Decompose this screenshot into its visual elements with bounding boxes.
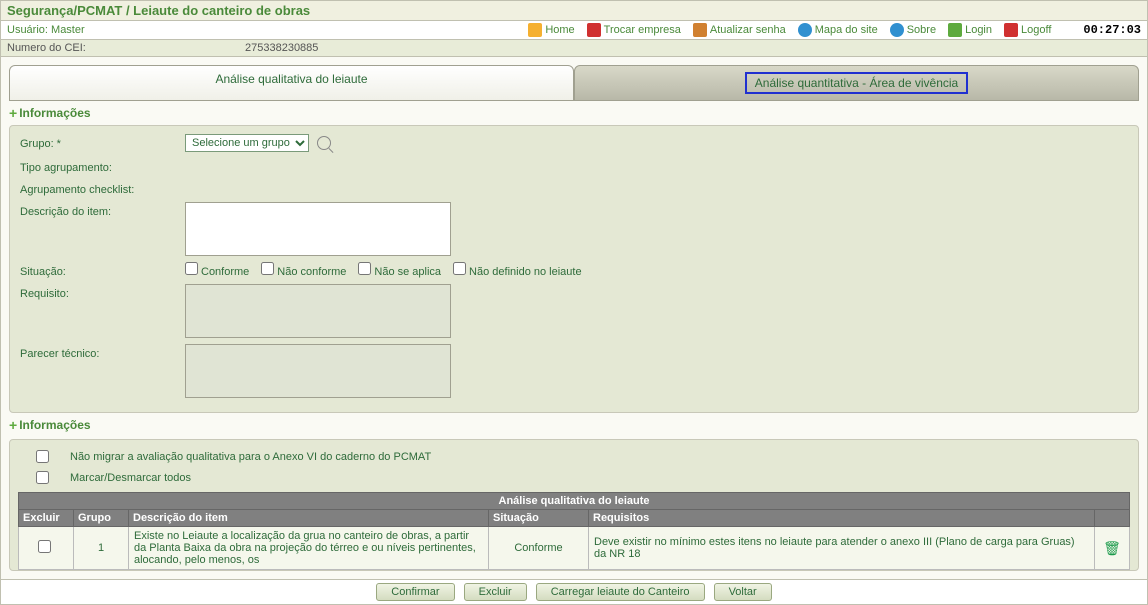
chk-nao-conforme[interactable]: Não conforme (261, 262, 346, 278)
row-grupo: 1 (74, 527, 129, 570)
row-requisitos: Deve existir no mínimo estes itens no le… (589, 527, 1095, 570)
row-descricao: Existe no Leiaute a localização da grua … (129, 527, 489, 570)
clock: 00:27:03 (1083, 23, 1141, 37)
login-icon (948, 23, 962, 37)
col-requisitos: Requisitos (589, 510, 1095, 527)
col-grupo: Grupo (74, 510, 129, 527)
label-agrupamento-checklist: Agrupamento checklist: (20, 180, 185, 196)
label-tipo-agrupamento: Tipo agrupamento: (20, 158, 185, 174)
chk-conforme[interactable]: Conforme (185, 262, 249, 278)
table-row: 1 Existe no Leiaute a localização da gru… (19, 527, 1130, 570)
plus-icon[interactable]: + (9, 105, 17, 121)
label-descricao-item: Descrição do item: (20, 202, 185, 218)
label-situacao: Situação: (20, 262, 185, 278)
cei-label: Numero do CEI: (7, 42, 115, 54)
qualitativa-table: Análise qualitativa do leiaute Excluir G… (18, 492, 1130, 570)
form-panel: Grupo: * Selecione um grupo Tipo agrupam… (9, 125, 1139, 413)
top-bar: Usuário: Master Home Trocar empresa Atua… (0, 20, 1148, 40)
label-marcar-todos: Marcar/Desmarcar todos (70, 472, 191, 484)
section-informacoes-1: + Informações (9, 105, 1139, 121)
label-grupo: Grupo: * (20, 134, 185, 150)
tab-quantitativa-label: Análise quantitativa - Área de vivência (745, 72, 968, 94)
select-grupo[interactable]: Selecione um grupo (185, 134, 309, 152)
col-excluir: Excluir (19, 510, 74, 527)
cei-value: 275338230885 (245, 42, 318, 54)
col-descricao: Descrição do item (129, 510, 489, 527)
tab-qualitativa[interactable]: Análise qualitativa do leiaute (9, 65, 574, 101)
textarea-descricao[interactable] (185, 202, 451, 256)
btn-excluir[interactable]: Excluir (464, 583, 527, 601)
col-action (1095, 510, 1130, 527)
btn-confirmar[interactable]: Confirmar (376, 583, 454, 601)
chk-nao-definido[interactable]: Não definido no leiaute (453, 262, 582, 278)
textarea-requisito[interactable] (185, 284, 451, 338)
tab-quantitativa[interactable]: Análise quantitativa - Área de vivência (574, 65, 1139, 101)
nav-mapa[interactable]: Mapa do site (798, 23, 878, 37)
breadcrumb: Segurança/PCMAT / Leiaute do canteiro de… (0, 0, 1148, 20)
nav-sobre[interactable]: Sobre (890, 23, 936, 37)
key-icon (693, 23, 707, 37)
home-icon (528, 23, 542, 37)
list-panel: Não migrar a avaliação qualitativa para … (9, 439, 1139, 571)
textarea-parecer[interactable] (185, 344, 451, 398)
col-situacao: Situação (489, 510, 589, 527)
btn-voltar[interactable]: Voltar (714, 583, 772, 601)
user-label: Usuário: Master (7, 24, 85, 36)
plus-icon[interactable]: + (9, 417, 17, 433)
globe-icon (798, 23, 812, 37)
search-icon[interactable] (317, 136, 331, 150)
logoff-icon (1004, 23, 1018, 37)
trash-icon[interactable]: 🗑 (1103, 540, 1121, 556)
help-icon (890, 23, 904, 37)
chk-marcar-todos[interactable] (36, 471, 49, 484)
top-nav: Home Trocar empresa Atualizar senha Mapa… (528, 23, 1141, 37)
footer-buttons: Confirmar Excluir Carregar leiaute do Ca… (0, 580, 1148, 605)
swap-icon (587, 23, 601, 37)
cei-row: Numero do CEI: 275338230885 (0, 40, 1148, 57)
nav-logoff[interactable]: Logoff (1004, 23, 1051, 37)
label-parecer: Parecer técnico: (20, 344, 185, 360)
row-situacao: Conforme (489, 527, 589, 570)
label-nao-migrar: Não migrar a avaliação qualitativa para … (70, 451, 431, 463)
row-excluir-checkbox[interactable] (38, 540, 51, 553)
chk-nao-migrar[interactable] (36, 450, 49, 463)
section-informacoes-2: + Informações (9, 417, 1139, 433)
chk-nao-aplica[interactable]: Não se aplica (358, 262, 441, 278)
btn-carregar[interactable]: Carregar leiaute do Canteiro (536, 583, 705, 601)
tab-row: Análise qualitativa do leiaute Análise q… (9, 65, 1139, 101)
nav-trocar-empresa[interactable]: Trocar empresa (587, 23, 681, 37)
nav-atualizar-senha[interactable]: Atualizar senha (693, 23, 786, 37)
table-title: Análise qualitativa do leiaute (19, 493, 1130, 510)
nav-home[interactable]: Home (528, 23, 574, 37)
nav-login[interactable]: Login (948, 23, 992, 37)
label-requisito: Requisito: (20, 284, 185, 300)
